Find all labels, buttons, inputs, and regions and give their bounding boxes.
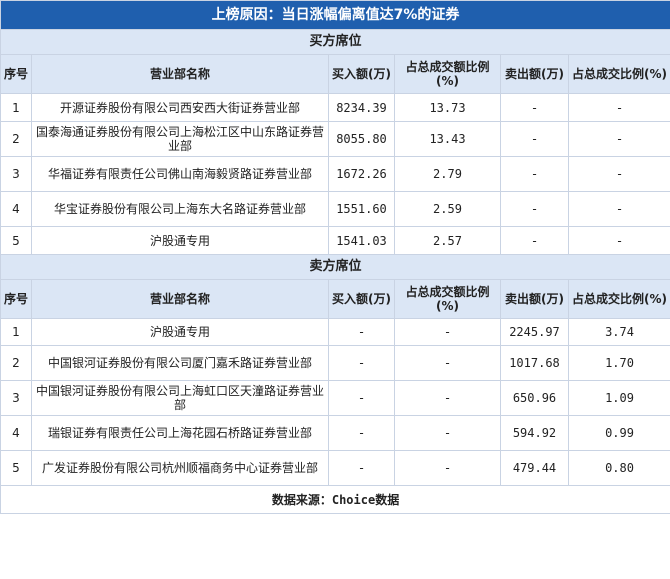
cell-sell: 2245.97 xyxy=(500,318,569,346)
dragon-tiger-table: 上榜原因：当日涨幅偏离值达7%的证券 买方席位 序号 营业部名称 买入额(万) … xyxy=(0,0,670,514)
cell-name: 中国银河证券股份有限公司厦门嘉禾路证券营业部 xyxy=(31,345,329,381)
cell-buy: - xyxy=(328,345,395,381)
table-row: 4 瑞银证券有限责任公司上海花园石桥路证券营业部 - - 594.92 0.99 xyxy=(0,415,670,451)
cell-name: 沪股通专用 xyxy=(31,226,329,255)
col-buy-pct: 占总成交额比例(%) xyxy=(394,54,501,94)
col-name: 营业部名称 xyxy=(31,279,329,319)
footer-suffix: 数据 xyxy=(375,492,400,507)
cell-buy-pct: 2.59 xyxy=(394,191,501,227)
sell-section-header: 卖方席位 xyxy=(0,254,670,280)
cell-buy: 8055.80 xyxy=(328,121,395,157)
col-name: 营业部名称 xyxy=(31,54,329,94)
cell-seq: 5 xyxy=(0,226,32,255)
cell-name: 华福证券有限责任公司佛山南海毅贤路证券营业部 xyxy=(31,156,329,192)
cell-seq: 2 xyxy=(0,121,32,157)
cell-sell: - xyxy=(500,226,569,255)
cell-buy-pct: 2.57 xyxy=(394,226,501,255)
cell-sell: - xyxy=(500,93,569,122)
buy-column-headers: 序号 营业部名称 买入额(万) 占总成交额比例(%) 卖出额(万) 占总成交比例… xyxy=(0,54,670,94)
sell-column-headers: 序号 营业部名称 买入额(万) 占总成交额比例(%) 卖出额(万) 占总成交比例… xyxy=(0,279,670,319)
col-seq: 序号 xyxy=(0,279,32,319)
cell-sell-pct: - xyxy=(567,121,670,157)
cell-name: 广发证券股份有限公司杭州顺福商务中心证券营业部 xyxy=(31,450,329,486)
cell-buy-pct: - xyxy=(394,380,501,416)
cell-sell-pct: - xyxy=(567,93,670,122)
table-row: 2 中国银河证券股份有限公司厦门嘉禾路证券营业部 - - 1017.68 1.7… xyxy=(0,345,670,381)
cell-sell-pct: - xyxy=(567,226,670,255)
cell-sell: - xyxy=(500,191,569,227)
col-buy-pct: 占总成交额比例(%) xyxy=(394,279,501,319)
table-row: 5 广发证券股份有限公司杭州顺福商务中心证券营业部 - - 479.44 0.8… xyxy=(0,450,670,486)
cell-buy: - xyxy=(328,415,395,451)
cell-buy-pct: - xyxy=(394,318,501,346)
cell-sell: 1017.68 xyxy=(500,345,569,381)
cell-sell-pct: - xyxy=(567,156,670,192)
cell-sell: - xyxy=(500,121,569,157)
cell-sell-pct: 1.70 xyxy=(567,345,670,381)
footer-source: Choice xyxy=(331,492,376,507)
cell-seq: 4 xyxy=(0,191,32,227)
cell-buy: - xyxy=(328,318,395,346)
col-buy: 买入额(万) xyxy=(328,279,395,319)
cell-name: 华宝证券股份有限公司上海东大名路证券营业部 xyxy=(31,191,329,227)
cell-seq: 3 xyxy=(0,380,32,416)
cell-sell-pct: 0.99 xyxy=(567,415,670,451)
cell-buy-pct: 13.73 xyxy=(394,93,501,122)
cell-buy: - xyxy=(328,380,395,416)
cell-name: 瑞银证券有限责任公司上海花园石桥路证券营业部 xyxy=(31,415,329,451)
cell-sell-pct: 0.80 xyxy=(567,450,670,486)
table-row: 2 国泰海通证券股份有限公司上海松江区中山东路证券营业部 8055.80 13.… xyxy=(0,121,670,157)
cell-buy: 1541.03 xyxy=(328,226,395,255)
cell-sell-pct: 1.09 xyxy=(567,380,670,416)
table-row: 3 华福证券有限责任公司佛山南海毅贤路证券营业部 1672.26 2.79 - … xyxy=(0,156,670,192)
table-row: 5 沪股通专用 1541.03 2.57 - - xyxy=(0,226,670,255)
cell-seq: 4 xyxy=(0,415,32,451)
table-row: 4 华宝证券股份有限公司上海东大名路证券营业部 1551.60 2.59 - - xyxy=(0,191,670,227)
cell-seq: 3 xyxy=(0,156,32,192)
cell-buy-pct: 13.43 xyxy=(394,121,501,157)
cell-sell-pct: - xyxy=(567,191,670,227)
cell-seq: 5 xyxy=(0,450,32,486)
buy-section-header: 买方席位 xyxy=(0,29,670,55)
cell-sell: - xyxy=(500,156,569,192)
cell-buy: 1551.60 xyxy=(328,191,395,227)
cell-buy-pct: - xyxy=(394,345,501,381)
col-sell-pct: 占总成交比例(%) xyxy=(567,279,670,319)
cell-buy: 1672.26 xyxy=(328,156,395,192)
cell-buy-pct: - xyxy=(394,415,501,451)
cell-seq: 1 xyxy=(0,318,32,346)
cell-name: 中国银河证券股份有限公司上海虹口区天潼路证券营业部 xyxy=(31,380,329,416)
cell-buy-pct: 2.79 xyxy=(394,156,501,192)
col-sell-pct: 占总成交比例(%) xyxy=(567,54,670,94)
col-buy: 买入额(万) xyxy=(328,54,395,94)
col-sell: 卖出额(万) xyxy=(500,279,569,319)
table-row: 3 中国银河证券股份有限公司上海虹口区天潼路证券营业部 - - 650.96 1… xyxy=(0,380,670,416)
cell-sell: 650.96 xyxy=(500,380,569,416)
data-source-footer: 数据来源：Choice数据 xyxy=(0,485,670,514)
cell-buy: 8234.39 xyxy=(328,93,395,122)
table-title: 上榜原因：当日涨幅偏离值达7%的证券 xyxy=(0,0,670,30)
cell-sell: 479.44 xyxy=(500,450,569,486)
cell-buy-pct: - xyxy=(394,450,501,486)
cell-seq: 2 xyxy=(0,345,32,381)
footer-label: 数据来源： xyxy=(271,492,332,507)
cell-seq: 1 xyxy=(0,93,32,122)
col-seq: 序号 xyxy=(0,54,32,94)
col-sell: 卖出额(万) xyxy=(500,54,569,94)
cell-name: 国泰海通证券股份有限公司上海松江区中山东路证券营业部 xyxy=(31,121,329,157)
table-row: 1 沪股通专用 - - 2245.97 3.74 xyxy=(0,318,670,346)
cell-buy: - xyxy=(328,450,395,486)
cell-sell: 594.92 xyxy=(500,415,569,451)
cell-name: 沪股通专用 xyxy=(31,318,329,346)
cell-name: 开源证券股份有限公司西安西大街证券营业部 xyxy=(31,93,329,122)
cell-sell-pct: 3.74 xyxy=(567,318,670,346)
table-row: 1 开源证券股份有限公司西安西大街证券营业部 8234.39 13.73 - - xyxy=(0,93,670,122)
